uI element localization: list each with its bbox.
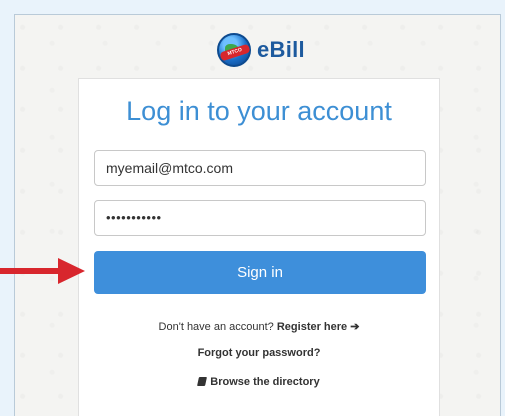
register-prompt: Don't have an account? xyxy=(158,321,274,333)
ebill-logo: MTCO eBill xyxy=(217,33,305,67)
browse-directory-label[interactable]: Browse the directory xyxy=(210,376,319,388)
globe-logo-icon: MTCO xyxy=(217,33,251,67)
brand-name: eBill xyxy=(257,37,305,62)
sign-in-button[interactable]: Sign in xyxy=(94,251,426,294)
login-title: Log in to your account xyxy=(126,96,392,126)
login-card: Log in to your account myemail@mtco.com … xyxy=(78,78,440,416)
password-field[interactable]: ••••••••••• xyxy=(94,200,426,236)
book-icon xyxy=(197,377,208,386)
annotation-red-arrow-icon xyxy=(0,258,85,284)
forgot-password-link[interactable]: Forgot your password? xyxy=(79,347,439,359)
register-link[interactable]: Register here xyxy=(277,321,347,333)
arrow-right-icon[interactable]: ➔ xyxy=(350,321,359,333)
register-line: Don't have an account? Register here ➔ xyxy=(79,320,439,333)
browse-directory-link[interactable]: Browse the directory xyxy=(79,376,439,388)
email-field[interactable]: myemail@mtco.com xyxy=(94,150,426,186)
